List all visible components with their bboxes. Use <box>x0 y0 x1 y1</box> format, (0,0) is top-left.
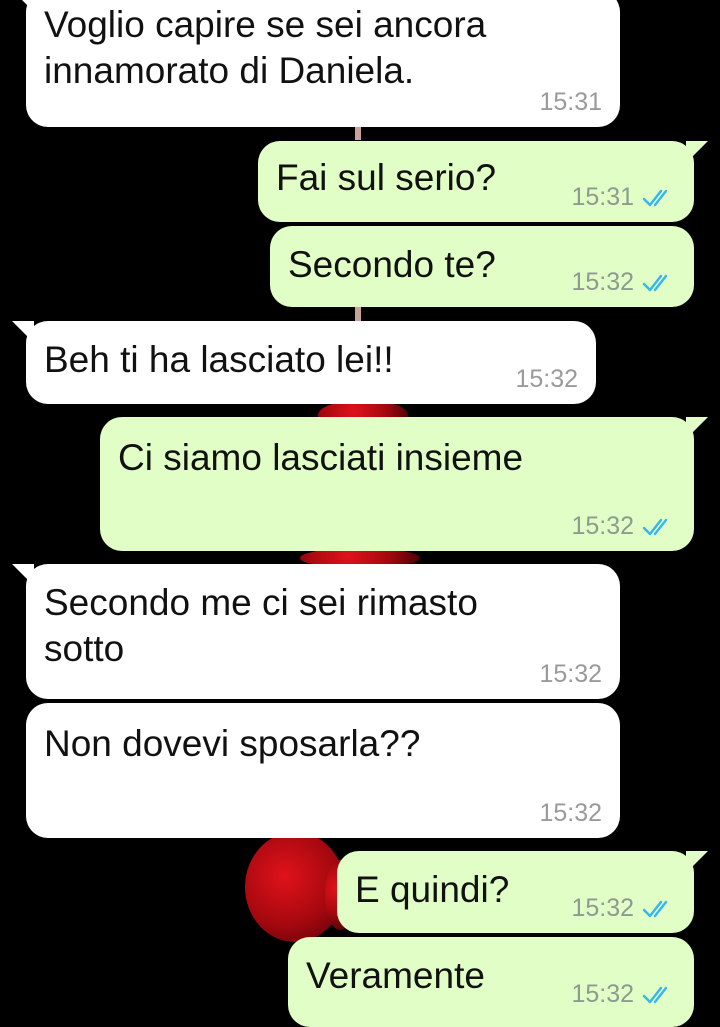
bubble-tail <box>12 0 34 12</box>
message-text: Fai sul serio? <box>276 157 497 198</box>
message-bubble-incoming[interactable]: Beh ti ha lasciato lei!! 15:32 <box>12 321 596 404</box>
double-check-read-icon <box>642 518 668 535</box>
message-time: 15:32 <box>571 894 634 922</box>
message-meta: 15:32 <box>571 980 676 1009</box>
message-time: 15:31 <box>539 88 602 116</box>
message-bubble-outgoing[interactable]: E quindi? 15:32 <box>337 851 708 933</box>
message-bubble-outgoing[interactable]: Ci siamo lasciati insieme 15:32 <box>100 417 708 551</box>
message-time: 15:32 <box>571 268 634 296</box>
message-text: Beh ti ha lasciato lei!! <box>44 339 394 380</box>
message-meta: 15:32 <box>539 799 602 828</box>
message-time: 15:32 <box>539 660 602 688</box>
message-meta: 15:32 <box>539 660 602 689</box>
message-time: 15:32 <box>571 512 634 540</box>
message-meta: 15:32 <box>571 512 676 541</box>
message-bubble-outgoing[interactable]: Fai sul serio? 15:31 <box>258 141 708 222</box>
message-time: 15:31 <box>571 183 634 211</box>
message-text: Secondo te? <box>288 244 496 285</box>
double-check-read-icon <box>642 189 668 206</box>
double-check-read-icon <box>642 900 668 917</box>
message-text: E quindi? <box>355 869 510 910</box>
double-check-read-icon <box>642 274 668 291</box>
bubble-tail <box>12 321 34 343</box>
message-text: Veramente <box>306 955 485 996</box>
message-bubble-incoming[interactable]: Voglio capire se sei ancora innamorato d… <box>12 0 620 127</box>
bubble-tail <box>686 141 708 163</box>
message-meta: 15:32 <box>515 365 578 394</box>
double-check-read-icon <box>642 986 668 1003</box>
message-bubble-outgoing[interactable]: Secondo te? 15:32 <box>270 226 694 307</box>
message-text: Voglio capire se sei ancora innamorato d… <box>44 4 487 91</box>
bubble-tail <box>12 564 34 586</box>
message-time: 15:32 <box>571 980 634 1008</box>
message-text: Non dovevi sposarla?? <box>44 723 421 764</box>
message-meta: 15:31 <box>539 88 602 117</box>
message-time: 15:32 <box>539 799 602 827</box>
message-meta: 15:32 <box>571 894 676 923</box>
message-bubble-outgoing[interactable]: Veramente 15:32 <box>288 937 694 1027</box>
message-bubble-incoming[interactable]: Secondo me ci sei rimasto sotto 15:32 <box>12 564 620 699</box>
message-time: 15:32 <box>515 365 578 393</box>
message-text: Secondo me ci sei rimasto sotto <box>44 582 478 669</box>
message-text: Ci siamo lasciati insieme <box>118 437 524 478</box>
message-bubble-incoming[interactable]: Non dovevi sposarla?? 15:32 <box>26 703 620 838</box>
bubble-tail <box>686 417 708 439</box>
message-meta: 15:32 <box>571 268 676 297</box>
bubble-tail <box>686 851 708 873</box>
message-meta: 15:31 <box>571 183 676 212</box>
